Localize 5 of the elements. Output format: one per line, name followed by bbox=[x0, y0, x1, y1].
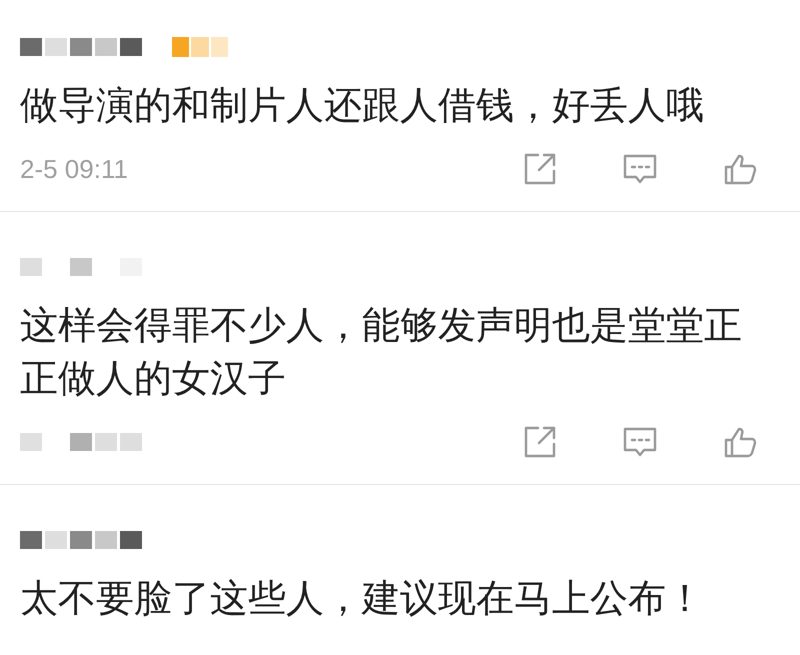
comment-text: 这样会得罪不少人，能够发声明也是堂堂正正做人的女汉子 bbox=[20, 304, 743, 402]
pixelated-badge bbox=[172, 37, 228, 57]
comment-text: 太不要脸了这些人，建议现在马上公布！ bbox=[20, 577, 705, 622]
comment-time: 2-5 09:11 bbox=[20, 152, 128, 186]
comment-text: 做导演的和制片人还跟人借钱，好丢人哦 bbox=[20, 84, 705, 129]
